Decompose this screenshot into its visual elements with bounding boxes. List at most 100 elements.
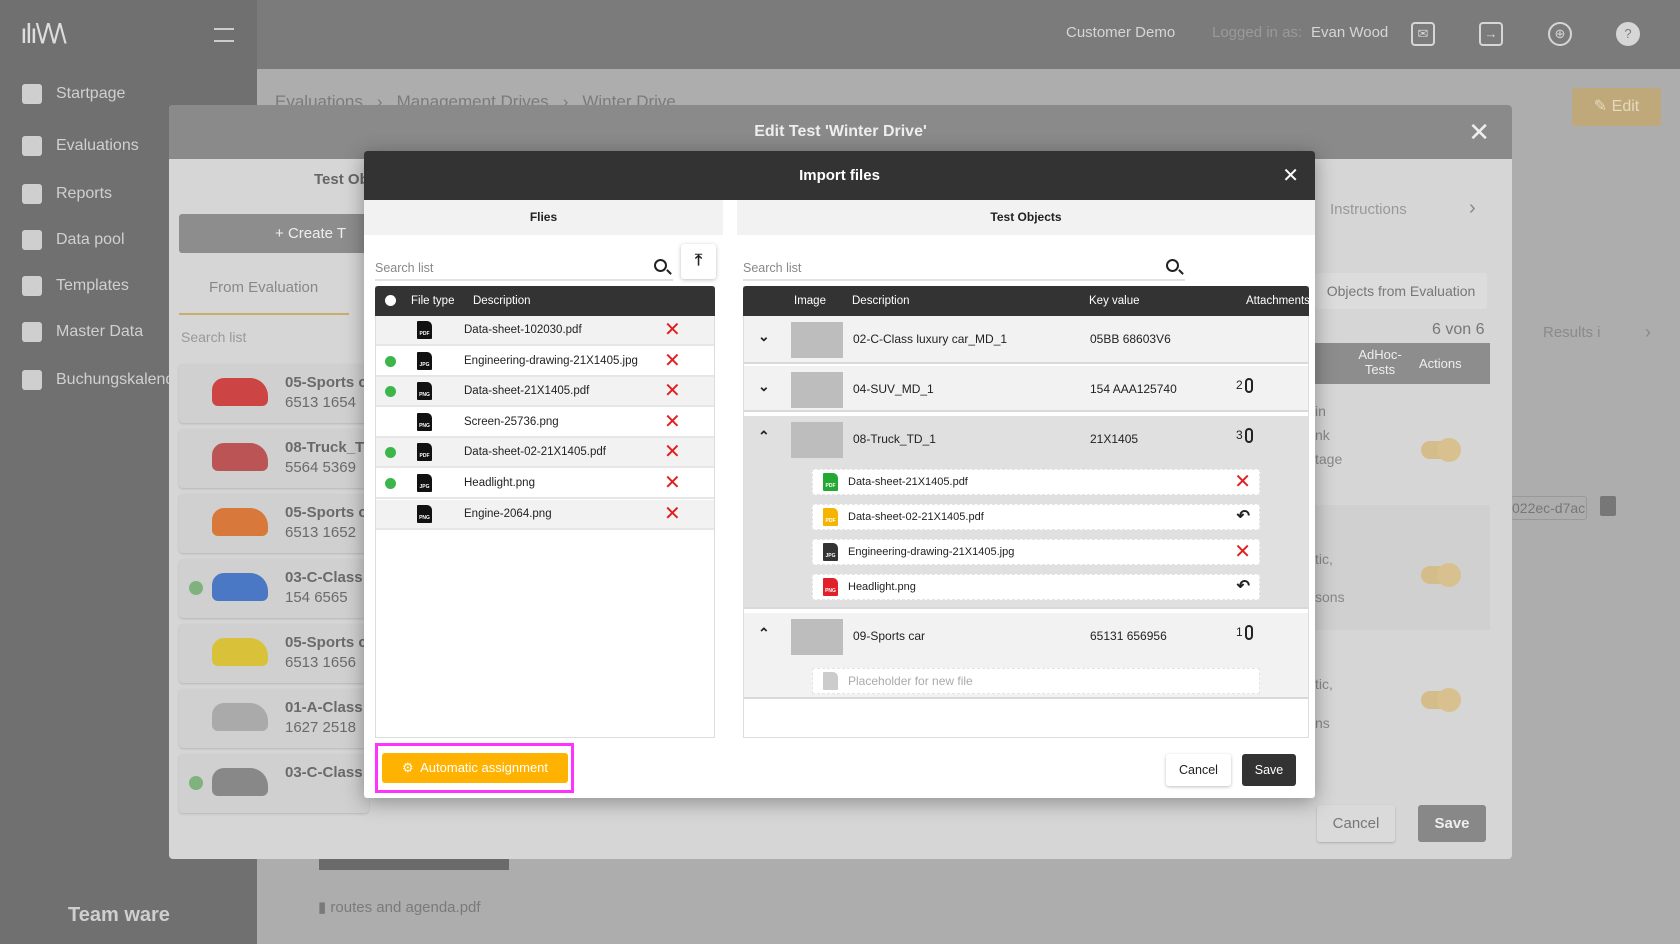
attachment-row[interactable]: JPG Engineering-drawing-21X1405.jpg ✕ (812, 539, 1260, 565)
collapse-menu-icon[interactable] (214, 28, 234, 42)
col-description: Description (852, 295, 910, 307)
tab-instructions[interactable]: Instructions (1330, 201, 1407, 218)
automatic-assignment-button[interactable]: ⚙ Automatic assignment (382, 753, 568, 783)
test-object-card[interactable]: 05-Sports ca 6513 1656 (179, 624, 375, 683)
logout-icon[interactable]: → (1479, 22, 1503, 46)
col-attachments: Attachments (1246, 295, 1310, 307)
assigned-check-icon (385, 447, 396, 459)
chevron-down-icon[interactable]: ⌄ (758, 378, 770, 395)
toggle-switch[interactable] (1421, 563, 1461, 587)
list-icon (22, 230, 42, 250)
chevron-right-icon[interactable]: › (1645, 322, 1651, 343)
user-name[interactable]: Evan Wood (1311, 24, 1388, 41)
sidebar-item-data-pool[interactable]: Data pool (22, 230, 125, 250)
remove-icon[interactable]: ✕ (1234, 472, 1251, 492)
cancel-button[interactable]: Cancel (1166, 754, 1231, 786)
file-name: Engineering-drawing-21X1405.jpg (464, 354, 638, 367)
remove-icon[interactable]: ✕ (664, 351, 681, 371)
test-object-card[interactable]: 01-A-Class s 1627 2518 (179, 689, 375, 748)
file-row[interactable]: PNG Screen-25736.png ✕ (376, 407, 714, 438)
chevron-right-icon[interactable]: › (1469, 197, 1476, 220)
chevron-up-icon[interactable]: ⌃ (758, 625, 770, 642)
sidebar-item-master-data[interactable]: Master Data (22, 322, 143, 342)
toggle-switch[interactable] (1421, 688, 1461, 712)
remove-icon[interactable]: ✕ (664, 442, 681, 462)
test-object-row[interactable]: ⌃ 08-Truck_TD_1 21X1405 3 PDF Data-sheet-21X1… (744, 416, 1308, 609)
file-row[interactable]: PNG Engine-2064.png ✕ (376, 499, 714, 530)
file-row[interactable]: PDF Data-sheet-02-21X1405.pdf ✕ (376, 438, 714, 469)
remove-icon[interactable]: ✕ (664, 412, 681, 432)
png-file-icon: PNG (417, 504, 432, 523)
vehicle-image (212, 443, 268, 471)
file-card[interactable]: ▮ routes and agenda.pdf (318, 898, 481, 916)
results-tab[interactable]: Results i (1543, 324, 1601, 341)
attachment-row[interactable]: PDF Data-sheet-02-21X1405.pdf ↶ (812, 504, 1260, 530)
attachment-row[interactable]: PNG Headlight.png ↶ (812, 574, 1260, 600)
objects-search-input[interactable]: Search list (743, 255, 1185, 281)
remove-icon[interactable]: ✕ (664, 473, 681, 493)
new-file-placeholder[interactable]: Placeholder for new file (812, 668, 1260, 694)
tab-files[interactable]: Flies (364, 200, 723, 235)
select-all-icon[interactable] (385, 295, 396, 306)
search-icon[interactable] (1166, 259, 1179, 272)
remove-icon[interactable]: ✕ (664, 381, 681, 401)
file-row[interactable]: JPG Engineering-drawing-21X1405.jpg ✕ (376, 346, 714, 377)
home-icon (22, 84, 42, 104)
file-row[interactable]: PDF Data-sheet-102030.pdf ✕ (376, 316, 714, 346)
search-icon[interactable] (654, 259, 667, 272)
toggle-switch[interactable] (1421, 438, 1461, 462)
tab-from-evaluation[interactable]: From Evaluation (209, 279, 318, 296)
globe-icon[interactable]: ⊕ (1548, 22, 1572, 46)
test-object-card[interactable]: 05-Sports ca 6513 1652 (179, 494, 375, 553)
undo-icon[interactable]: ↶ (1237, 575, 1250, 599)
close-icon[interactable]: ✕ (1282, 163, 1299, 188)
chevron-down-icon[interactable]: ⌄ (758, 328, 770, 345)
files-search-input[interactable]: Search list (375, 255, 673, 281)
sidebar-item-reports[interactable]: Reports (22, 184, 112, 204)
test-object-card[interactable]: 05-Sports ca 6513 1654 (179, 364, 375, 423)
test-object-card[interactable]: 03-C-Class l (179, 754, 371, 813)
test-object-row[interactable]: ⌃ 09-Sports car 65131 656956 1 Placeholder f… (744, 613, 1308, 699)
sidebar-item-label: Evaluations (56, 137, 139, 154)
chevron-up-icon[interactable]: ⌃ (758, 428, 770, 445)
save-button[interactable]: Save (1242, 754, 1296, 786)
copy-icon[interactable] (1600, 496, 1616, 516)
star-icon (22, 136, 42, 156)
attachment-name: Headlight.png (848, 581, 916, 593)
test-object-card[interactable]: 08-Truck_TD 5564 5369 (179, 429, 375, 488)
file-row[interactable]: JPG Headlight.png ✕ (376, 469, 714, 499)
save-button[interactable]: Save (1418, 805, 1486, 842)
create-button[interactable]: + Create T (179, 214, 369, 253)
objects-from-evaluation-button[interactable]: Objects from Evaluation (1315, 273, 1487, 309)
id-field[interactable]: 022ec-d7ac (1511, 496, 1587, 520)
test-object-card[interactable]: 03-C-Class l 154 6565 (179, 559, 371, 618)
close-icon[interactable]: ✕ (1468, 117, 1490, 148)
tab-test-objects[interactable]: Test Objects (737, 200, 1315, 235)
row-text-3: sons (1315, 589, 1345, 605)
help-icon[interactable]: ? (1616, 22, 1640, 46)
remove-icon[interactable]: ✕ (1234, 542, 1251, 562)
mail-icon[interactable]: ✉ (1411, 22, 1435, 46)
jpg-file-icon: JPG (417, 474, 432, 492)
file-row[interactable]: PNG Data-sheet-21X1405.pdf ✕ (376, 377, 714, 408)
tab-test-objects[interactable]: Test Ob (314, 171, 369, 188)
sidebar-item-buchungskalender[interactable]: Buchungskalender (22, 370, 189, 390)
remove-icon[interactable]: ✕ (664, 504, 681, 524)
edit-button[interactable]: ✎ Edit (1572, 88, 1661, 126)
file-name: Data-sheet-21X1405.pdf (464, 385, 590, 398)
vehicle-image (212, 638, 268, 666)
upload-icon[interactable]: ⤒ (681, 244, 716, 279)
test-object-row[interactable]: ⌄ 04-SUV_MD_1 154 AAA125740 2 (744, 366, 1308, 412)
assigned-check-icon (385, 478, 396, 489)
pdf-file-icon: PDF (417, 321, 432, 339)
sidebar-item-startpage[interactable]: Startpage (22, 84, 125, 104)
test-object-row[interactable]: ⌄ 02-C-Class luxury car_MD_1 05BB 68603V6 (744, 316, 1308, 364)
remove-icon[interactable]: ✕ (664, 320, 681, 340)
attachment-row[interactable]: PDF Data-sheet-21X1405.pdf ✕ (812, 469, 1260, 495)
search-input[interactable]: Search list (181, 329, 246, 345)
undo-icon[interactable]: ↶ (1237, 505, 1250, 529)
sidebar-item-templates[interactable]: Templates (22, 276, 129, 296)
sidebar-item-evaluations[interactable]: Evaluations (22, 136, 139, 156)
cancel-button[interactable]: Cancel (1317, 805, 1395, 842)
active-tab-indicator (179, 313, 349, 315)
